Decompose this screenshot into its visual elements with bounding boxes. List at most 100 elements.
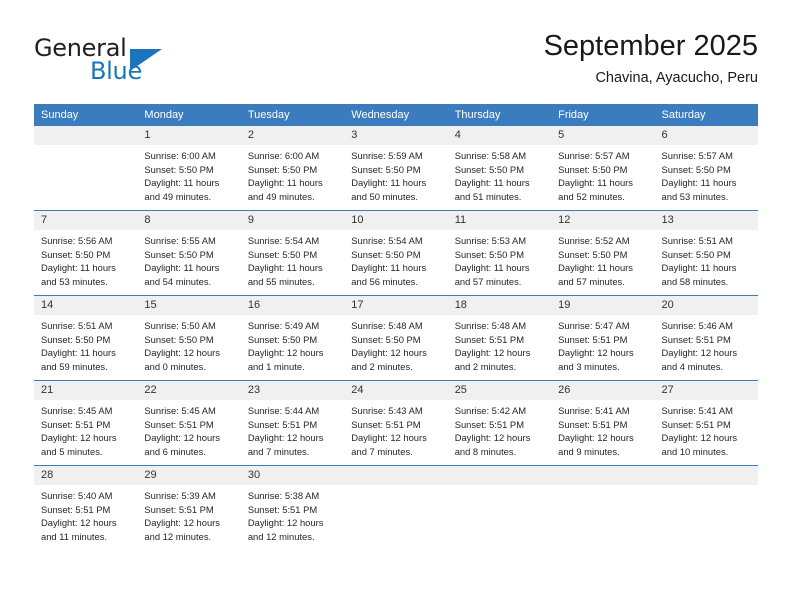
- day-details: Sunrise: 5:57 AM Sunset: 5:50 PM Daylight:…: [551, 145, 654, 203]
- calendar-day-cell-empty: [34, 125, 138, 211]
- sunrise-text: Sunrise: 5:54 AM: [247, 235, 320, 246]
- calendar-day-cell[interactable]: 19 Sunrise: 5:47 AM Sunset: 5:51 PM Dayligh…: [551, 295, 655, 381]
- calendar-body: 1 Sunrise: 6:00 AM Sunset: 5:50 PM Daylight…: [34, 125, 758, 550]
- day-number: 14: [34, 296, 138, 315]
- day-details: Sunrise: 5:40 AM Sunset: 5:51 PM Daylight:…: [34, 485, 137, 543]
- sunset-text: Sunset: 5:51 PM: [558, 418, 628, 430]
- calendar-day-cell[interactable]: 5 Sunrise: 5:57 AM Sunset: 5:50 PM Daylight…: [551, 125, 655, 211]
- sunrise-text: Sunrise: 5:48 AM: [351, 320, 423, 331]
- calendar-day-cell[interactable]: 21 Sunrise: 5:45 AM Sunset: 5:51 PM Dayligh…: [34, 380, 138, 466]
- calendar-day-cell[interactable]: 8 Sunrise: 5:55 AM Sunset: 5:50 PM Daylight…: [137, 210, 241, 296]
- daylight-text: Daylight: 11 hours and 57 minutes.: [454, 262, 530, 287]
- calendar-day-cell[interactable]: 20 Sunrise: 5:46 AM Sunset: 5:51 PM Dayligh…: [654, 295, 758, 381]
- day-cell-inner: 9 Sunrise: 5:54 AM Sunset: 5:50 PM Daylight…: [240, 211, 345, 295]
- sunset-text: Sunset: 5:51 PM: [144, 503, 214, 515]
- day-number: 20: [654, 296, 758, 315]
- day-number: 10: [344, 211, 448, 230]
- day-cell-inner: 18 Sunrise: 5:48 AM Sunset: 5:51 PM Dayligh…: [447, 296, 552, 380]
- calendar-day-cell[interactable]: 27 Sunrise: 5:41 AM Sunset: 5:51 PM Dayligh…: [654, 380, 758, 466]
- calendar-day-cell[interactable]: 24 Sunrise: 5:43 AM Sunset: 5:51 PM Dayligh…: [344, 380, 448, 466]
- calendar-day-cell[interactable]: 29 Sunrise: 5:39 AM Sunset: 5:51 PM Dayligh…: [137, 465, 241, 550]
- calendar-day-cell[interactable]: 17 Sunrise: 5:48 AM Sunset: 5:50 PM Dayligh…: [344, 295, 448, 381]
- day-cell-inner: 23 Sunrise: 5:44 AM Sunset: 5:51 PM Dayligh…: [240, 381, 345, 465]
- sunrise-text: Sunrise: 6:00 AM: [144, 150, 216, 161]
- day-cell-inner: 5 Sunrise: 5:57 AM Sunset: 5:50 PM Daylight…: [551, 126, 655, 210]
- day-number: 22: [137, 381, 241, 400]
- daylight-text: Daylight: 11 hours and 57 minutes.: [558, 262, 633, 287]
- calendar-day-cell[interactable]: 28 Sunrise: 5:40 AM Sunset: 5:51 PM Dayligh…: [34, 465, 138, 550]
- calendar-day-cell[interactable]: 26 Sunrise: 5:41 AM Sunset: 5:51 PM Dayligh…: [551, 380, 655, 466]
- calendar-day-cell[interactable]: 15 Sunrise: 5:50 AM Sunset: 5:50 PM Dayligh…: [137, 295, 241, 381]
- weekday-header-friday: Friday: [551, 104, 655, 126]
- daylight-text: Daylight: 12 hours and 5 minutes.: [41, 432, 117, 457]
- day-cell-inner: 2 Sunrise: 6:00 AM Sunset: 5:50 PM Daylight…: [240, 126, 345, 210]
- daylight-text: Daylight: 11 hours and 55 minutes.: [247, 262, 323, 287]
- calendar-day-cell[interactable]: 1 Sunrise: 6:00 AM Sunset: 5:50 PM Daylight…: [137, 125, 241, 211]
- day-number: 12: [551, 211, 655, 230]
- sunset-text: Sunset: 5:50 PM: [661, 163, 731, 175]
- day-details: Sunrise: 5:48 AM Sunset: 5:51 PM Daylight:…: [448, 315, 551, 373]
- day-number: 17: [344, 296, 448, 315]
- calendar-week-row: 21 Sunrise: 5:45 AM Sunset: 5:51 PM Dayligh…: [34, 380, 758, 466]
- daylight-text: Daylight: 12 hours and 3 minutes.: [558, 347, 634, 372]
- day-details: Sunrise: 5:50 AM Sunset: 5:50 PM Daylight:…: [137, 315, 240, 373]
- calendar-day-cell[interactable]: 30 Sunrise: 5:38 AM Sunset: 5:51 PM Dayligh…: [240, 465, 345, 550]
- day-cell-inner: 25 Sunrise: 5:42 AM Sunset: 5:51 PM Dayligh…: [447, 381, 552, 465]
- calendar-day-cell[interactable]: 22 Sunrise: 5:45 AM Sunset: 5:51 PM Dayligh…: [137, 380, 241, 466]
- sunrise-text: Sunrise: 5:58 AM: [454, 150, 527, 161]
- day-cell-inner: 30 Sunrise: 5:38 AM Sunset: 5:51 PM Dayligh…: [240, 466, 345, 550]
- day-number: 13: [654, 211, 758, 230]
- calendar-week-row: 14 Sunrise: 5:51 AM Sunset: 5:50 PM Dayligh…: [34, 295, 758, 381]
- sunrise-text: Sunrise: 5:59 AM: [351, 150, 423, 161]
- day-cell-inner: 20 Sunrise: 5:46 AM Sunset: 5:51 PM Dayligh…: [654, 296, 758, 380]
- calendar-day-cell[interactable]: 2 Sunrise: 6:00 AM Sunset: 5:50 PM Daylight…: [240, 125, 345, 211]
- calendar-day-cell[interactable]: 18 Sunrise: 5:48 AM Sunset: 5:51 PM Dayligh…: [447, 295, 552, 381]
- calendar-day-cell[interactable]: 13 Sunrise: 5:51 AM Sunset: 5:50 PM Dayligh…: [654, 210, 758, 296]
- sunset-text: Sunset: 5:50 PM: [247, 333, 318, 345]
- day-number: 1: [137, 126, 241, 145]
- calendar-day-cell[interactable]: 12 Sunrise: 5:52 AM Sunset: 5:50 PM Dayligh…: [551, 210, 655, 296]
- calendar-day-cell[interactable]: 14 Sunrise: 5:51 AM Sunset: 5:50 PM Dayligh…: [34, 295, 138, 381]
- sunset-text: Sunset: 5:50 PM: [558, 163, 628, 175]
- day-number: 3: [344, 126, 448, 145]
- calendar-day-cell[interactable]: 11 Sunrise: 5:53 AM Sunset: 5:50 PM Dayligh…: [447, 210, 552, 296]
- day-details: Sunrise: 5:46 AM Sunset: 5:51 PM Daylight:…: [655, 315, 758, 373]
- sunset-text: Sunset: 5:51 PM: [247, 418, 318, 430]
- calendar-day-cell[interactable]: 4 Sunrise: 5:58 AM Sunset: 5:50 PM Daylight…: [447, 125, 552, 211]
- day-cell-inner: 19 Sunrise: 5:47 AM Sunset: 5:51 PM Dayligh…: [551, 296, 655, 380]
- calendar-day-cell[interactable]: 16 Sunrise: 5:49 AM Sunset: 5:50 PM Dayligh…: [240, 295, 345, 381]
- day-cell-inner: 16 Sunrise: 5:49 AM Sunset: 5:50 PM Dayligh…: [240, 296, 345, 380]
- calendar-day-cell[interactable]: 3 Sunrise: 5:59 AM Sunset: 5:50 PM Daylight…: [344, 125, 448, 211]
- sunrise-text: Sunrise: 5:44 AM: [247, 405, 320, 416]
- day-cell-inner: [654, 466, 758, 550]
- calendar-day-cell[interactable]: 6 Sunrise: 5:57 AM Sunset: 5:50 PM Daylight…: [654, 125, 758, 211]
- calendar-day-cell[interactable]: 25 Sunrise: 5:42 AM Sunset: 5:51 PM Dayligh…: [447, 380, 552, 466]
- sunrise-text: Sunrise: 5:45 AM: [144, 405, 216, 416]
- day-details: Sunrise: 5:55 AM Sunset: 5:50 PM Daylight:…: [137, 230, 240, 288]
- weekday-header-tuesday: Tuesday: [240, 104, 345, 126]
- calendar-day-cell-empty: [447, 465, 552, 550]
- daylight-text: Daylight: 12 hours and 6 minutes.: [144, 432, 220, 457]
- brand-logo: General Blue: [34, 34, 224, 90]
- day-number: 21: [34, 381, 138, 400]
- calendar-header-row: Sunday Monday Tuesday Wednesday Thursday…: [34, 104, 758, 126]
- day-cell-inner: 11 Sunrise: 5:53 AM Sunset: 5:50 PM Dayligh…: [447, 211, 552, 295]
- calendar-day-cell[interactable]: 23 Sunrise: 5:44 AM Sunset: 5:51 PM Dayligh…: [240, 380, 345, 466]
- sunrise-text: Sunrise: 5:38 AM: [247, 490, 320, 501]
- calendar-day-cell[interactable]: 7 Sunrise: 5:56 AM Sunset: 5:50 PM Daylight…: [34, 210, 138, 296]
- day-cell-inner: 4 Sunrise: 5:58 AM Sunset: 5:50 PM Daylight…: [447, 126, 552, 210]
- sunrise-text: Sunrise: 5:46 AM: [661, 320, 733, 331]
- calendar-day-cell[interactable]: 9 Sunrise: 5:54 AM Sunset: 5:50 PM Daylight…: [240, 210, 345, 296]
- day-details: Sunrise: 5:41 AM Sunset: 5:51 PM Daylight:…: [655, 400, 758, 458]
- weekday-header-monday: Monday: [137, 104, 241, 126]
- day-number: [344, 466, 448, 485]
- daylight-text: Daylight: 11 hours and 49 minutes.: [247, 177, 323, 202]
- calendar-day-cell[interactable]: 10 Sunrise: 5:54 AM Sunset: 5:50 PM Dayligh…: [344, 210, 448, 296]
- sunset-text: Sunset: 5:50 PM: [247, 248, 318, 260]
- day-number: 19: [551, 296, 655, 315]
- sunset-text: Sunset: 5:51 PM: [41, 418, 111, 430]
- sunset-text: Sunset: 5:50 PM: [454, 248, 524, 260]
- daylight-text: Daylight: 12 hours and 0 minutes.: [144, 347, 220, 372]
- title-block: September 2025 Chavina, Ayacucho, Peru: [544, 28, 758, 89]
- daylight-text: Daylight: 12 hours and 12 minutes.: [247, 517, 324, 542]
